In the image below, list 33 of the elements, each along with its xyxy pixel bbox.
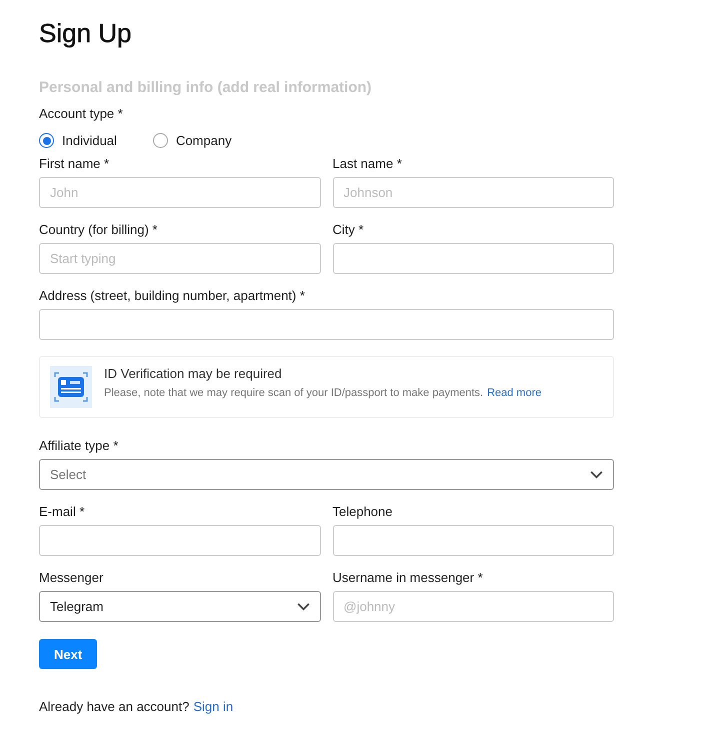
input-field[interactable] (332, 525, 614, 556)
chevron-down-icon (296, 602, 310, 610)
select-dropdown[interactable]: Select (39, 459, 614, 490)
notice-title: ID Verification may be required (104, 366, 282, 381)
input-field[interactable] (332, 243, 614, 274)
field-label: Username in messenger * (332, 570, 483, 585)
field-label: City * (332, 222, 364, 237)
field-label: Last name * (332, 156, 402, 171)
next-button[interactable]: Next (39, 639, 98, 669)
field-label: Country (for billing) * (39, 222, 158, 237)
radio-option[interactable]: Individual (39, 133, 117, 148)
input-field[interactable] (39, 525, 320, 556)
footer-text: Already have an account? (39, 699, 190, 714)
chevron-down-icon (590, 470, 603, 478)
read-more-link[interactable]: Read more (487, 387, 542, 399)
field-label: Telephone (332, 504, 392, 519)
field-label: Account type * (39, 106, 123, 121)
input-field[interactable]: @johnny (332, 591, 614, 622)
radio-option[interactable]: Company (152, 133, 232, 148)
sign-in-link[interactable]: Sign in (193, 699, 234, 714)
input-field[interactable]: Start typing (39, 243, 320, 274)
input-field[interactable]: Johnson (332, 177, 614, 208)
page-title: Sign Up (39, 18, 132, 49)
field-label: First name * (39, 156, 110, 171)
notice-text: Please, note that we may require scan of your ID/passport to make payments. (104, 387, 484, 399)
field-label: Messenger (39, 570, 104, 585)
field-label: E-mail * (39, 504, 85, 519)
field-label: Affiliate type * (39, 438, 118, 453)
input-field[interactable] (39, 309, 614, 340)
select-dropdown[interactable]: Telegram (39, 591, 320, 622)
id-card-icon (50, 366, 92, 408)
field-label: Address (street, building number, apartment) * (39, 288, 305, 303)
input-field[interactable]: John (39, 177, 320, 208)
